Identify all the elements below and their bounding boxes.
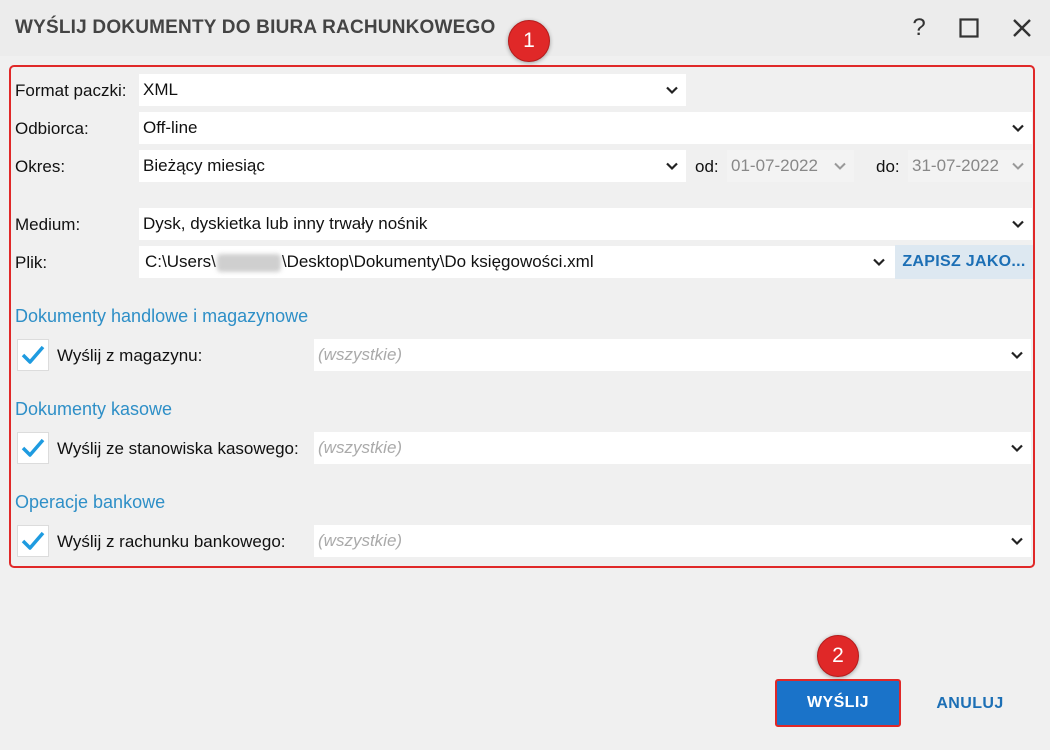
close-button[interactable] [1007, 13, 1037, 43]
bank-checkbox[interactable] [17, 525, 49, 557]
chevron-down-icon [1011, 351, 1023, 360]
chevron-down-icon [666, 86, 678, 95]
period-label: Okres: [15, 157, 66, 176]
recipient-select[interactable]: Off-line [139, 112, 1032, 144]
checkmark-icon [21, 531, 45, 550]
chevron-down-icon [1011, 444, 1023, 453]
help-icon: ? [912, 14, 926, 41]
file-label: Plik: [15, 253, 48, 272]
close-icon [1013, 19, 1031, 37]
warehouse-placeholder: (wszystkie) [318, 345, 403, 364]
bank-account-select[interactable]: (wszystkie) [314, 525, 1031, 557]
chevron-down-icon [1012, 124, 1024, 133]
medium-label: Medium: [15, 215, 81, 234]
period-from-label: od: [695, 157, 719, 176]
annotation-marker-1: 1 [508, 20, 550, 62]
trade-checkbox[interactable] [17, 339, 49, 371]
format-value: XML [143, 80, 178, 99]
annotation-marker-2: 2 [817, 635, 859, 677]
period-select[interactable]: Bieżący miesiąc [139, 150, 686, 182]
dialog-title: WYŚLIJ DOKUMENTY DO BIURA RACHUNKOWEGO [15, 17, 496, 38]
medium-value: Dysk, dyskietka lub inny trwały nośnik [143, 214, 428, 233]
section-title-trade: Dokumenty handlowe i magazynowe [15, 306, 309, 326]
trade-label: Wyślij z magazynu: [57, 346, 203, 365]
cash-station-placeholder: (wszystkie) [318, 438, 403, 457]
file-path-suffix: \Desktop\Dokumenty\Do księgowości.xml [281, 252, 594, 271]
checkmark-icon [21, 345, 45, 364]
chevron-down-icon [1012, 162, 1024, 170]
section-title-bank: Operacje bankowe [15, 492, 166, 512]
chevron-down-icon [873, 258, 885, 267]
bank-account-placeholder: (wszystkie) [318, 531, 403, 550]
chevron-down-icon [1012, 220, 1024, 229]
save-as-button[interactable]: ZAPISZ JAKO... [895, 245, 1033, 279]
period-to-label: do: [876, 157, 900, 176]
help-button[interactable]: ? [904, 13, 934, 43]
cancel-button[interactable]: ANULUJ [920, 684, 1020, 724]
file-path-value: C:\Users\ \Desktop\Dokumenty\Do księgowoś… [145, 252, 594, 272]
maximize-button[interactable] [954, 13, 984, 43]
checkmark-icon [21, 438, 45, 457]
send-button[interactable]: WYŚLIJ [775, 679, 901, 727]
file-path-prefix: C:\Users\ [145, 252, 216, 271]
recipient-label: Odbiorca: [15, 119, 89, 138]
section-title-cash: Dokumenty kasowe [15, 399, 173, 419]
chevron-down-icon [834, 162, 846, 170]
warehouse-select[interactable]: (wszystkie) [314, 339, 1031, 371]
cash-label: Wyślij ze stanowiska kasowego: [57, 439, 299, 458]
recipient-value: Off-line [143, 118, 198, 137]
period-value: Bieżący miesiąc [143, 156, 265, 175]
period-from-date[interactable]: 01-07-2022 [727, 150, 854, 182]
chevron-down-icon [666, 162, 678, 171]
period-from-value: 01-07-2022 [731, 156, 818, 175]
period-to-value: 31-07-2022 [912, 156, 999, 175]
period-to-date[interactable]: 31-07-2022 [908, 150, 1032, 182]
bank-label: Wyślij z rachunku bankowego: [57, 532, 286, 551]
cash-station-select[interactable]: (wszystkie) [314, 432, 1031, 464]
file-path-input[interactable]: C:\Users\ \Desktop\Dokumenty\Do księgowoś… [139, 246, 895, 278]
redacted-username [216, 253, 281, 272]
format-select[interactable]: XML [139, 74, 686, 106]
medium-select[interactable]: Dysk, dyskietka lub inny trwały nośnik [139, 208, 1032, 240]
format-label: Format paczki: [15, 81, 127, 100]
chevron-down-icon [1011, 537, 1023, 546]
maximize-icon [959, 18, 979, 38]
cash-checkbox[interactable] [17, 432, 49, 464]
